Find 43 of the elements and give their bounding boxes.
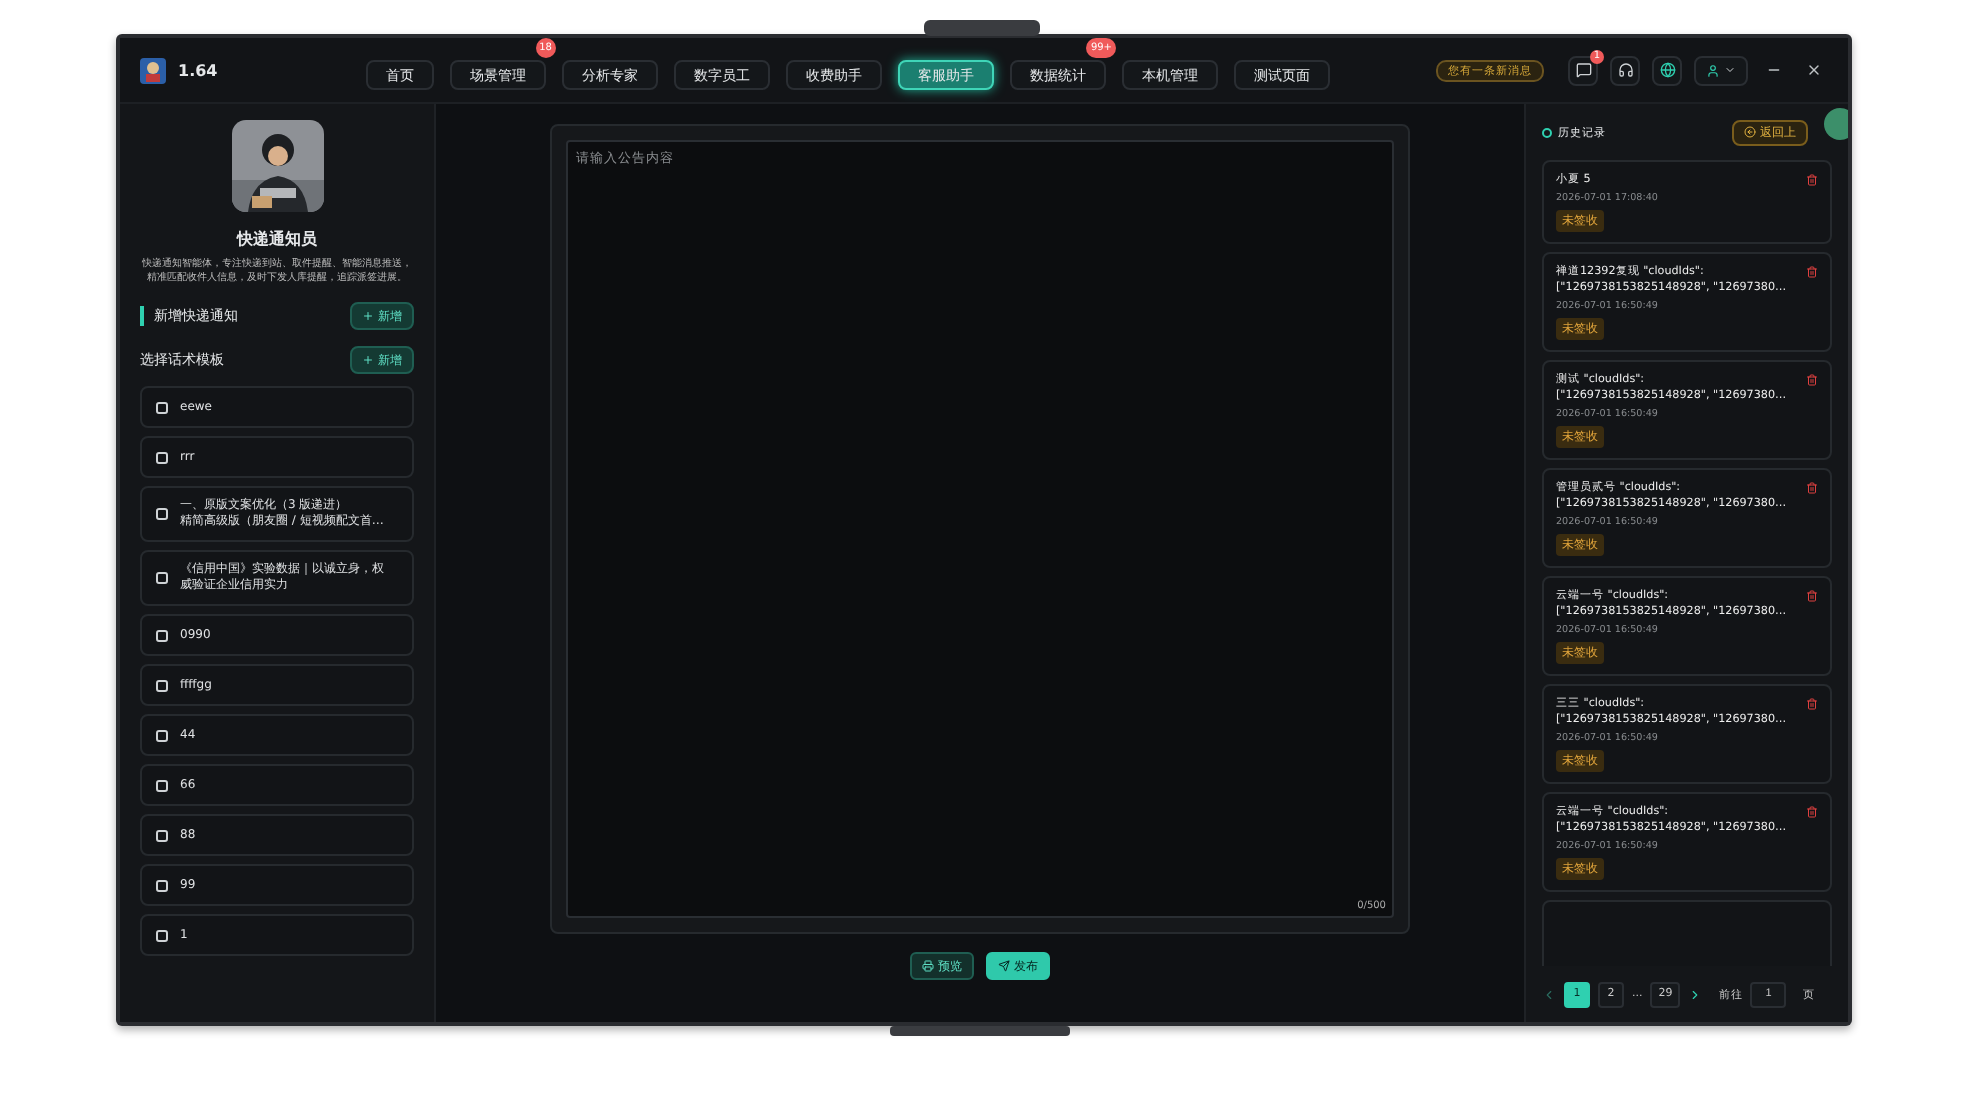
plus-icon — [362, 354, 374, 366]
checkbox[interactable] — [156, 679, 168, 691]
delete-icon[interactable] — [1806, 482, 1818, 494]
delete-icon[interactable] — [1806, 590, 1818, 602]
checkbox[interactable] — [156, 629, 168, 641]
checkbox[interactable] — [156, 572, 168, 584]
user-icon — [1706, 63, 1720, 77]
next-page-button[interactable] — [1688, 987, 1703, 1001]
chevron-left-icon — [1542, 987, 1556, 1001]
prev-page-button[interactable] — [1542, 987, 1556, 1001]
agent-name: 快递通知员 — [234, 228, 319, 250]
printer-icon — [922, 960, 934, 972]
message-button[interactable] — [1568, 55, 1598, 85]
delete-icon[interactable] — [1806, 806, 1818, 818]
globe-button[interactable] — [1652, 55, 1682, 85]
checkbox[interactable] — [156, 451, 168, 463]
user-menu-button[interactable] — [1694, 55, 1748, 85]
checkbox[interactable] — [156, 729, 168, 741]
chevron-right-icon — [1688, 987, 1703, 1001]
globe-icon — [1659, 62, 1675, 78]
back-arrow-icon — [1744, 126, 1756, 138]
plus-icon — [362, 310, 374, 322]
camera-bar — [924, 20, 1040, 36]
app-logo-icon — [140, 57, 166, 83]
delete-icon[interactable] — [1806, 266, 1818, 278]
ring-icon — [1542, 127, 1552, 137]
floating-assistant-button[interactable] — [1824, 108, 1848, 140]
delete-icon[interactable] — [1806, 374, 1818, 386]
caret-icon — [1724, 64, 1736, 76]
headset-button[interactable] — [1610, 55, 1640, 85]
checkbox[interactable] — [156, 829, 168, 841]
delete-icon[interactable] — [1806, 174, 1818, 186]
checkbox[interactable] — [156, 508, 168, 520]
checkbox[interactable] — [156, 401, 168, 413]
close-icon — [1806, 62, 1822, 78]
message-icon — [1575, 62, 1591, 78]
app-version: 1.64 — [178, 61, 220, 79]
delete-icon[interactable] — [1806, 698, 1818, 710]
send-icon — [998, 960, 1010, 972]
checkbox[interactable] — [156, 879, 168, 891]
checkbox[interactable] — [156, 929, 168, 941]
checkbox[interactable] — [156, 779, 168, 791]
headset-icon — [1617, 62, 1633, 78]
